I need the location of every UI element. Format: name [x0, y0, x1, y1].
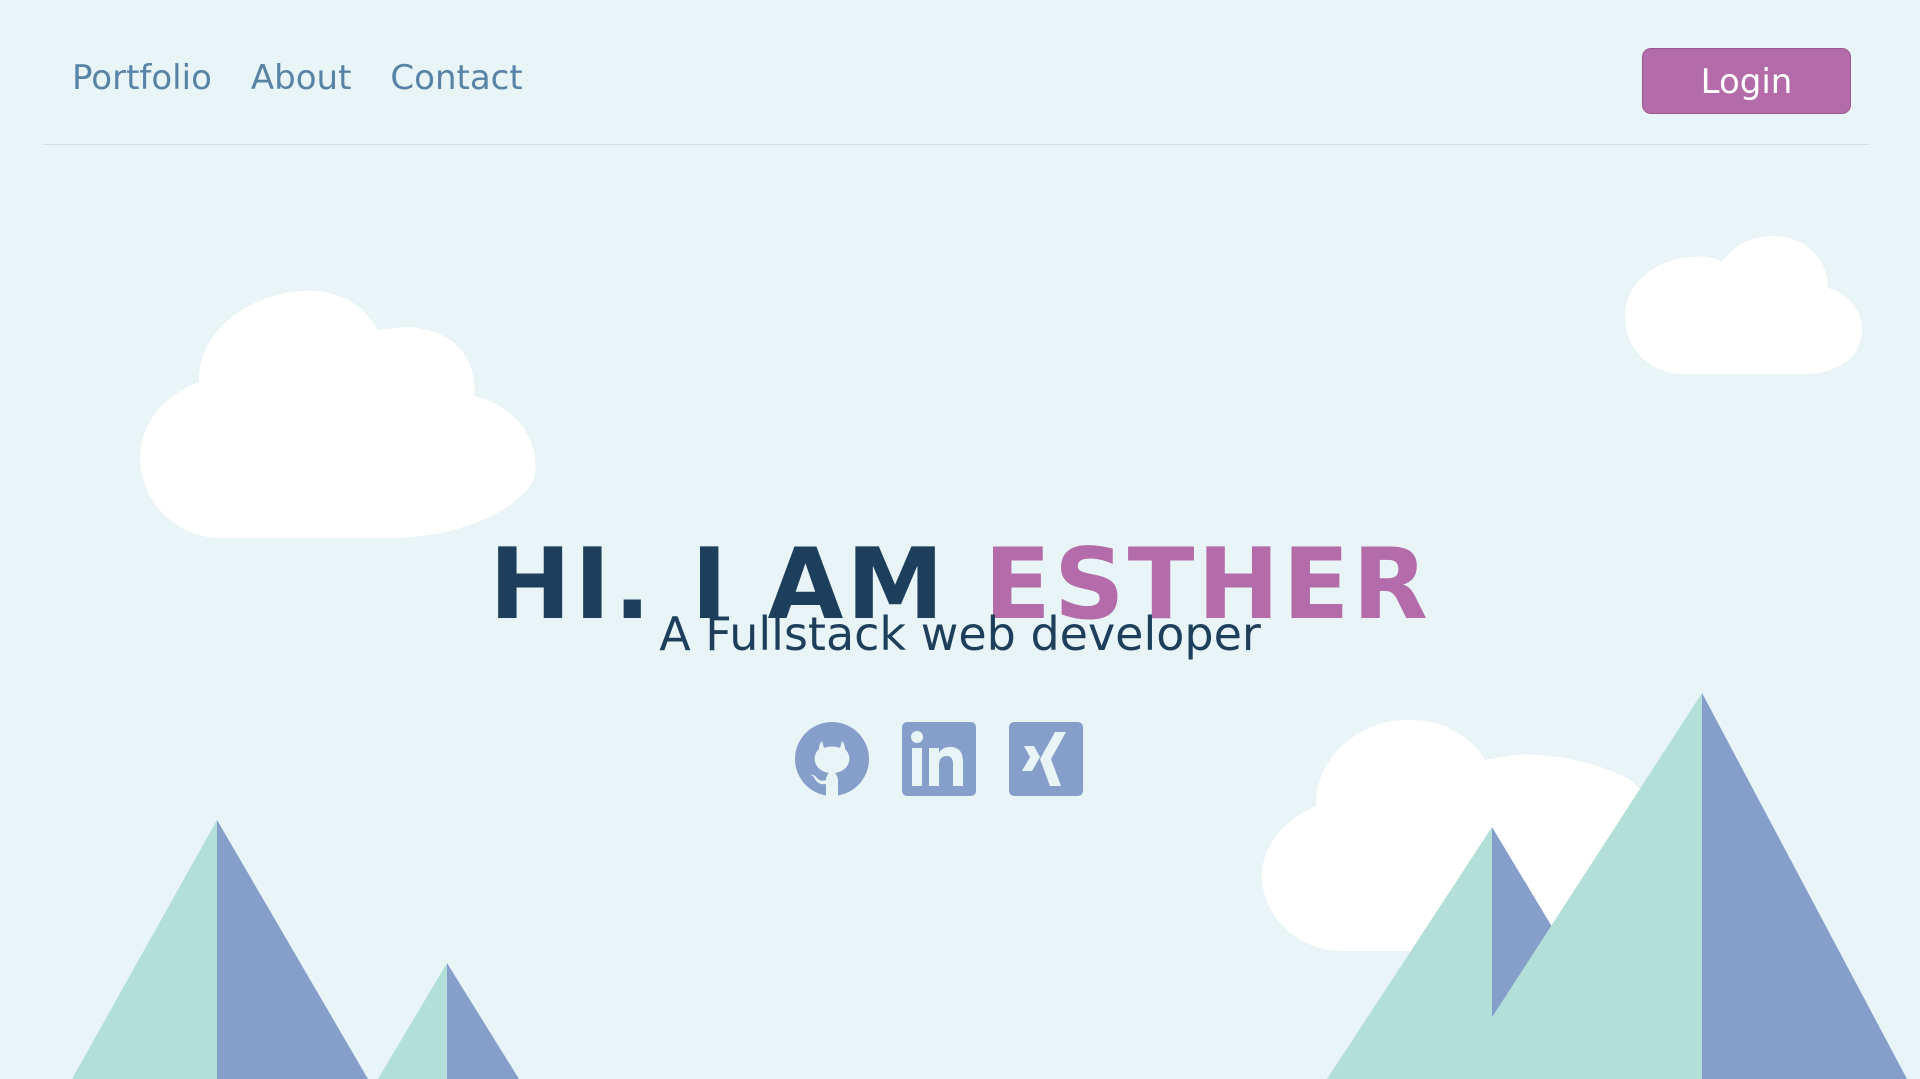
mountain-left-dark	[217, 820, 368, 1079]
hero-subtitle: A Fullstack web developer	[659, 607, 1261, 661]
nav-link-portfolio[interactable]: Portfolio	[72, 54, 212, 102]
nav-links: Portfolio About Contact	[72, 54, 523, 102]
mountain-right-big-dark	[1702, 693, 1907, 1079]
page: Portfolio About Contact Login HI. I AM E…	[0, 0, 1920, 1079]
navbar: Portfolio About Contact Login	[43, 0, 1869, 145]
mountain-left-small-light	[378, 963, 447, 1079]
nav-link-contact[interactable]: Contact	[390, 54, 522, 102]
social-links	[795, 722, 1083, 796]
mountain-left-small-dark	[447, 963, 519, 1079]
mountain-left-light	[72, 820, 217, 1079]
cloud-left	[140, 290, 536, 539]
cloud-top-right	[1625, 236, 1862, 374]
login-button[interactable]: Login	[1642, 48, 1851, 114]
nav-link-about[interactable]: About	[251, 54, 352, 102]
xing-icon[interactable]	[1009, 722, 1083, 796]
linkedin-icon[interactable]	[902, 722, 976, 796]
github-icon[interactable]	[795, 722, 869, 796]
